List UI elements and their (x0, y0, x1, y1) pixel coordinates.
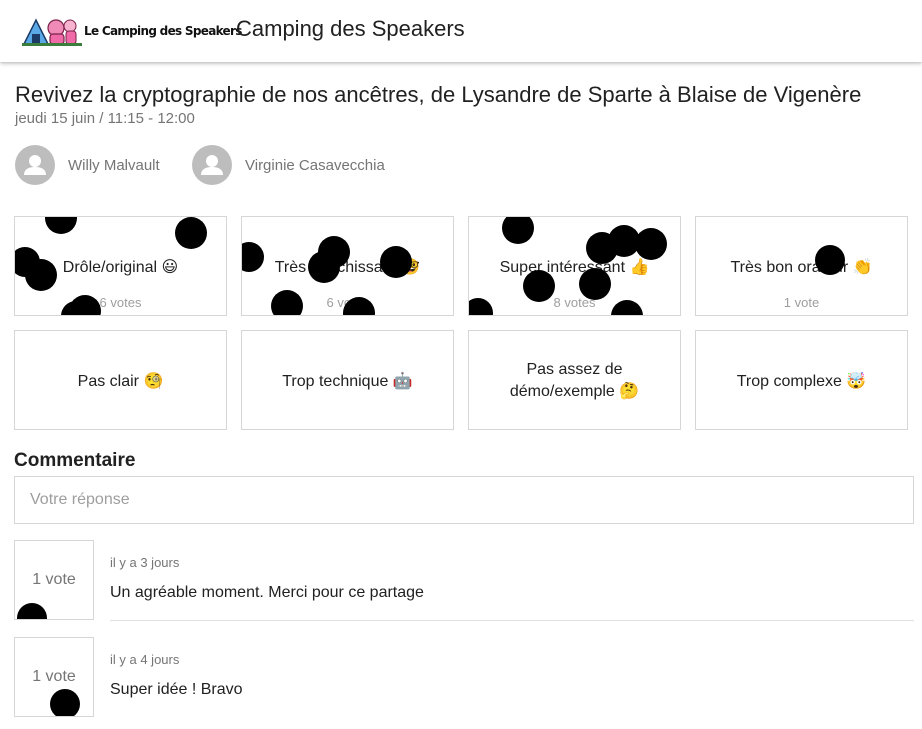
vote-dot (175, 217, 207, 249)
feedback-label: Drôle/original 😃 (62, 259, 179, 276)
comment-vote-count: 1 vote (32, 668, 76, 685)
feedback-card-trop-technique[interactable]: Trop technique 🤖 (241, 330, 454, 430)
person-icon (201, 155, 223, 175)
vote-dot (50, 689, 80, 716)
speaker-name: Willy Malvault (68, 156, 160, 174)
comment-input[interactable] (14, 476, 914, 524)
feedback-card-super-interessant[interactable]: Super intéressant 👍 8 votes (468, 216, 681, 316)
app-logo[interactable]: Le Camping des Speakers (22, 14, 242, 48)
feedback-card-trop-complexe[interactable]: Trop complexe 🤯 (695, 330, 908, 430)
vote-dot (17, 603, 47, 619)
comment-vote-count: 1 vote (32, 571, 76, 588)
comment-vote-button[interactable]: 1 vote (14, 637, 94, 717)
feedback-label: Pas clair 🧐 (77, 373, 164, 390)
feedback-label: Très bon orateur 👏 (730, 259, 873, 276)
feedback-label: Trop complexe 🤯 (736, 373, 867, 390)
feedback-card-tres-enrichissant[interactable]: Très enrichissant 🤓 6 votes (241, 216, 454, 316)
avatar (15, 145, 55, 185)
vote-count: 6 votes (99, 295, 142, 310)
speaker-chip[interactable]: Virginie Casavecchia (192, 144, 385, 186)
vote-count: 1 vote (783, 295, 820, 310)
vote-dot (635, 228, 667, 260)
feedback-label: Trop technique 🤖 (282, 373, 413, 390)
app-bar: Le Camping des Speakers Camping des Spea… (0, 0, 922, 62)
feedback-label: Très enrichissant 🤓 (274, 259, 421, 276)
vote-dot (45, 217, 77, 234)
feedback-label: Super intéressant 👍 (499, 259, 650, 276)
comment-heading: Commentaire (14, 450, 136, 471)
logo-text: Le Camping des Speakers (84, 24, 242, 38)
comment-text: Super idée ! Bravo (110, 681, 243, 698)
comment-divider (110, 620, 914, 621)
speaker-name: Virginie Casavecchia (245, 156, 385, 174)
comment-vote-button[interactable]: 1 vote (14, 540, 94, 620)
comment-time: il y a 4 jours (110, 652, 180, 667)
feedback-card-pas-clair[interactable]: Pas clair 🧐 (14, 330, 227, 430)
vote-dot (608, 225, 640, 257)
talk-title: Revivez la cryptographie de nos ancêtres… (15, 82, 862, 107)
feedback-label-line1: Pas assez de (526, 361, 623, 378)
avatar (192, 145, 232, 185)
feedback-card-tres-bon-orateur[interactable]: Très bon orateur 👏 1 vote (695, 216, 908, 316)
vote-dot (502, 217, 534, 244)
feedback-card-pas-assez-de-demo[interactable]: Pas assez de démo/exemple 🤔 (468, 330, 681, 430)
comment-text: Un agréable moment. Merci pour ce partag… (110, 584, 424, 601)
app-title: Camping des Speakers (236, 16, 465, 41)
feedback-label-line2: démo/exemple 🤔 (509, 383, 640, 400)
comment-time: il y a 3 jours (110, 555, 180, 570)
vote-count: 6 votes (326, 295, 369, 310)
speaker-chip[interactable]: Willy Malvault (15, 144, 160, 186)
person-icon (24, 155, 46, 175)
talk-schedule: jeudi 15 juin / 11:15 - 12:00 (15, 110, 195, 127)
feedback-card-drole-original[interactable]: Drôle/original 😃 6 votes (14, 216, 227, 316)
vote-count: 8 votes (553, 295, 596, 310)
